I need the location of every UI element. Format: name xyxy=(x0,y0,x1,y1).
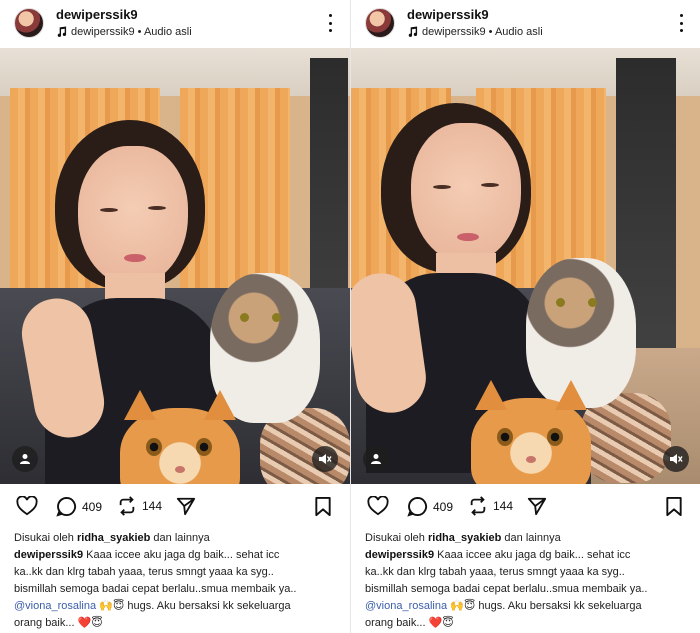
bookmark-icon[interactable] xyxy=(665,496,683,522)
post-video[interactable] xyxy=(0,48,350,484)
caption-username[interactable]: dewiperssik9 xyxy=(14,549,83,561)
caption: Disukai oleh ridha_syakieb dan lainnya d… xyxy=(365,530,695,632)
caption-line: @viona_rosalina 🙌😇 hugs. Aku bersaksi kk… xyxy=(365,600,642,612)
more-vertical-icon[interactable] xyxy=(673,12,689,34)
music-note-icon xyxy=(408,26,418,37)
username[interactable]: dewiperssik9 xyxy=(56,7,138,22)
repost-button[interactable]: 144 xyxy=(117,496,162,516)
post-header: dewiperssik9 dewiperssik9 • Audio asli xyxy=(351,0,700,46)
avatar[interactable] xyxy=(365,8,395,38)
caption-line: orang baik... ❤️😇 xyxy=(14,617,103,629)
username[interactable]: dewiperssik9 xyxy=(407,7,489,22)
face xyxy=(411,123,521,263)
audio-info[interactable]: dewiperssik9 • Audio asli xyxy=(56,26,192,38)
caption-username[interactable]: dewiperssik9 xyxy=(365,549,434,561)
face xyxy=(78,146,188,286)
caption-line: bismillah semoga badai cepat berlalu..sm… xyxy=(365,583,648,595)
comment-count: 409 xyxy=(82,499,103,514)
orange-cat-sticker xyxy=(120,390,240,484)
more-vertical-icon[interactable] xyxy=(322,12,338,34)
mute-icon[interactable] xyxy=(663,446,689,472)
caption-text: dewiperssik9 Kaaa iccee aku jaga dg baik… xyxy=(365,549,631,561)
liked-by-user[interactable]: ridha_syakieb xyxy=(77,532,150,544)
user-tag-icon[interactable] xyxy=(12,446,38,472)
caption-text: dewiperssik9 Kaaa iccee aku jaga dg baik… xyxy=(14,549,280,561)
heart-icon[interactable] xyxy=(367,496,389,516)
post-video[interactable] xyxy=(351,48,700,484)
share-icon[interactable] xyxy=(527,496,547,516)
heart-icon[interactable] xyxy=(16,496,38,516)
avatar[interactable] xyxy=(14,8,44,38)
post-panel-right: dewiperssik9 dewiperssik9 • Audio asli 4… xyxy=(350,0,700,633)
comment-button[interactable]: 409 xyxy=(56,496,102,517)
orange-cat-sticker xyxy=(471,380,591,484)
caption-line: ka..kk dan klrg tabah yaaa, terus smngt … xyxy=(365,566,625,578)
caption-line: orang baik... ❤️😇 xyxy=(365,617,454,629)
comment-count: 409 xyxy=(433,499,454,514)
action-bar: 409 144 xyxy=(351,490,700,524)
audio-label: dewiperssik9 • Audio asli xyxy=(422,26,543,38)
audio-info[interactable]: dewiperssik9 • Audio asli xyxy=(407,26,543,38)
mention-link[interactable]: @viona_rosalina xyxy=(365,600,447,612)
share-icon[interactable] xyxy=(176,496,196,516)
bookmark-icon[interactable] xyxy=(314,496,332,522)
repost-icon xyxy=(470,496,486,516)
mute-icon[interactable] xyxy=(312,446,338,472)
repost-icon xyxy=(119,496,135,516)
repost-count: 144 xyxy=(142,499,163,513)
repost-button[interactable]: 144 xyxy=(468,496,513,516)
repost-count: 144 xyxy=(493,499,514,513)
post-panel-left: dewiperssik9 dewiperssik9 • Audio asli 4… xyxy=(0,0,350,633)
music-note-icon xyxy=(57,26,67,37)
caption: Disukai oleh ridha_syakieb dan lainnya d… xyxy=(14,530,344,632)
liked-by: Disukai oleh ridha_syakieb dan lainnya xyxy=(365,532,561,544)
caption-line: bismillah semoga badai cepat berlalu..sm… xyxy=(14,583,297,595)
audio-label: dewiperssik9 • Audio asli xyxy=(71,26,192,38)
comment-icon xyxy=(56,496,77,517)
comment-icon xyxy=(407,496,428,517)
user-tag-icon[interactable] xyxy=(363,446,389,472)
liked-by: Disukai oleh ridha_syakieb dan lainnya xyxy=(14,532,210,544)
action-bar: 409 144 xyxy=(0,490,350,524)
comment-button[interactable]: 409 xyxy=(407,496,453,517)
mention-link[interactable]: @viona_rosalina xyxy=(14,600,96,612)
caption-line: ka..kk dan klrg tabah yaaa, terus smngt … xyxy=(14,566,274,578)
caption-line: @viona_rosalina 🙌😇 hugs. Aku bersaksi kk… xyxy=(14,600,291,612)
post-header: dewiperssik9 dewiperssik9 • Audio asli xyxy=(0,0,350,46)
liked-by-user[interactable]: ridha_syakieb xyxy=(428,532,501,544)
